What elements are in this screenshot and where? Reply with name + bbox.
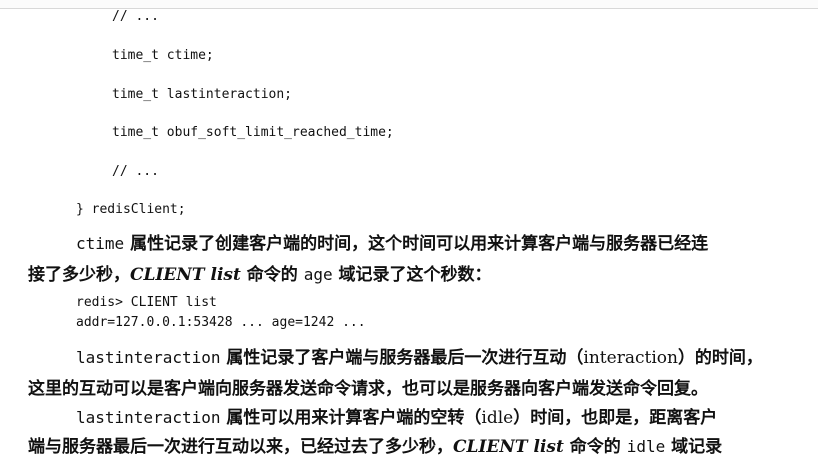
code-line: addr=127.0.0.1:53428 ... age=1242 ... xyxy=(76,315,366,330)
paragraph-line: lastinteraction 属性可以用来计算客户端的空转（idle）时间，也… xyxy=(76,403,818,428)
command-name: CLIENT list xyxy=(453,437,564,457)
paragraph-text: 属性记录了创建客户端的时间，这个时间可以用来计算客户端与服务器已经连 xyxy=(124,234,709,254)
paragraph-text: 命令的 xyxy=(240,265,304,285)
code-line: redis> CLIENT list xyxy=(76,295,217,310)
paragraph-text: 属性记录了客户端与服务器最后一次进行互动（ xyxy=(220,348,584,368)
inline-code: lastinteraction xyxy=(76,348,221,367)
paragraph-text: ）的时间， xyxy=(677,348,763,368)
code-line: } redisClient; xyxy=(76,202,186,217)
term: interaction xyxy=(583,348,678,368)
inline-code: idle xyxy=(626,437,666,456)
command-name: CLIENT list xyxy=(130,265,241,285)
paragraph-text: 这里的互动可以是客户端向服务器发送命令请求，也可以是服务器向客户端发送命令回复。 xyxy=(28,379,708,399)
paragraph-line: 这里的互动可以是客户端向服务器发送命令请求，也可以是服务器向客户端发送命令回复。 xyxy=(28,374,818,399)
term: idle xyxy=(481,408,514,428)
inline-code: lastinteraction xyxy=(76,408,221,427)
paragraph-text: 端与服务器最后一次进行互动以来，已经过去了多少秒， xyxy=(28,437,453,457)
paragraph-text: ）时间，也即是，距离客户 xyxy=(513,408,718,428)
paragraph-text: 域记录 xyxy=(665,437,723,457)
paragraph-text: 接了多少秒， xyxy=(28,265,130,285)
inline-code: age xyxy=(303,265,333,284)
top-border xyxy=(0,0,818,9)
paragraph-line: 接了多少秒，CLIENT list 命令的 age 域记录了这个秒数： xyxy=(28,260,818,285)
paragraph-text: 域记录了这个秒数： xyxy=(332,265,492,285)
code-line: // ... xyxy=(112,164,159,179)
paragraph-text: 命令的 xyxy=(563,437,627,457)
paragraph-text: 属性可以用来计算客户端的空转（ xyxy=(220,408,482,428)
code-line: time_t ctime; xyxy=(112,48,214,63)
code-line: time_t lastinteraction; xyxy=(112,87,293,102)
paragraph-line: 端与服务器最后一次进行互动以来，已经过去了多少秒，CLIENT list 命令的… xyxy=(28,432,818,457)
paragraph-line: lastinteraction 属性记录了客户端与服务器最后一次进行互动（int… xyxy=(76,343,818,368)
code-line: time_t obuf_soft_limit_reached_time; xyxy=(112,125,394,140)
inline-code: ctime xyxy=(76,234,125,253)
code-line: // ... xyxy=(112,9,159,24)
paragraph-line: ctime 属性记录了创建客户端的时间，这个时间可以用来计算客户端与服务器已经连 xyxy=(76,229,818,254)
